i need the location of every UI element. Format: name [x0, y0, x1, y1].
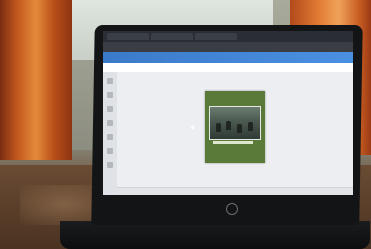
photo-figure: [226, 121, 231, 130]
curtain-left: [0, 0, 72, 160]
browser-tab[interactable]: [195, 33, 237, 40]
browser-titlebar: [103, 31, 353, 42]
app-header: [103, 52, 353, 63]
photo-figure: [216, 123, 221, 132]
design-caption-block[interactable]: [213, 141, 253, 144]
laptop-logo: [226, 203, 238, 215]
browser-tab[interactable]: [107, 33, 149, 40]
status-bar: [117, 187, 353, 195]
browser-toolbar: [103, 42, 353, 61]
home-icon[interactable]: [107, 78, 113, 84]
photo-figure: [237, 124, 242, 133]
laptop-base: [60, 221, 370, 249]
browser-tab[interactable]: [151, 33, 193, 40]
left-rail: [103, 72, 117, 195]
laptop-screen: [103, 31, 353, 195]
apps-icon[interactable]: [107, 148, 113, 154]
page-controls: [206, 165, 266, 171]
template-icon[interactable]: [107, 92, 113, 98]
text-icon[interactable]: [107, 134, 113, 140]
photo-figure: [248, 122, 253, 131]
elements-icon[interactable]: [107, 106, 113, 112]
upload-icon[interactable]: [107, 120, 113, 126]
photo-scene: [0, 0, 371, 249]
design-photo[interactable]: [209, 106, 261, 140]
more-icon[interactable]: [107, 162, 113, 168]
